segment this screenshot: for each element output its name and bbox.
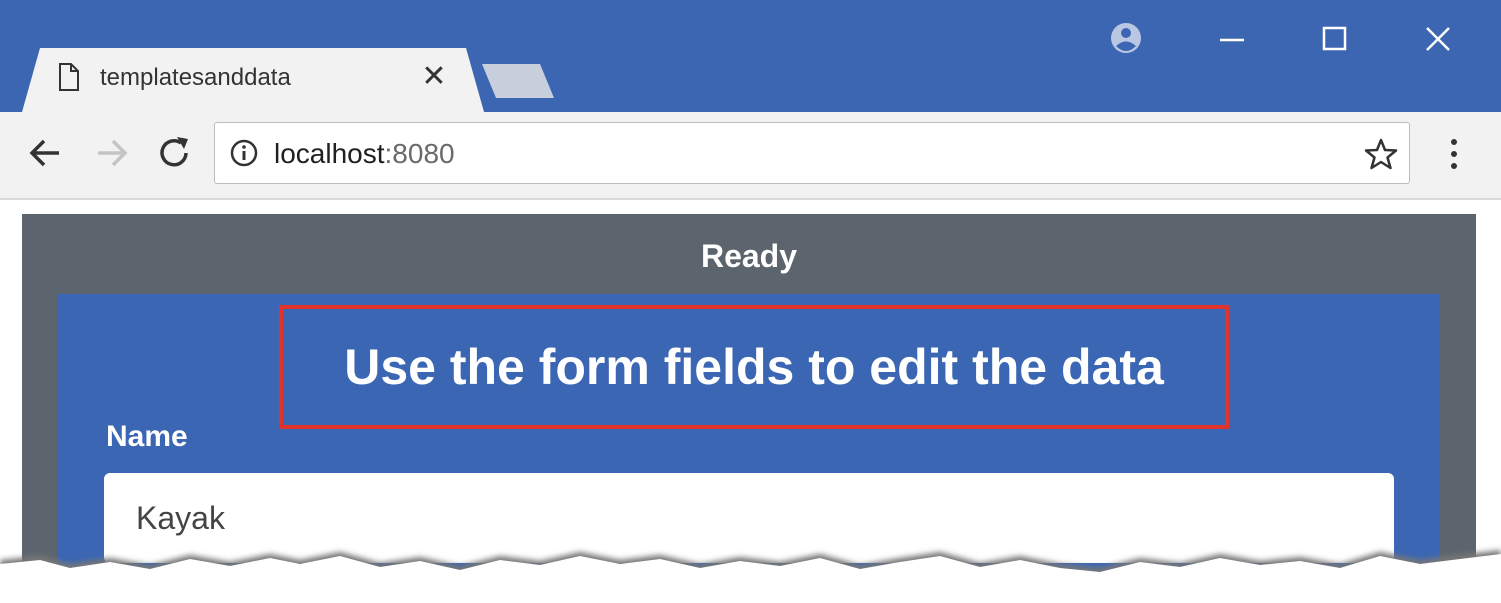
document-icon — [59, 63, 79, 91]
tab-title: templatesanddata — [100, 64, 291, 91]
status-text: Ready — [700, 238, 798, 274]
torn-edge-overlay — [0, 550, 1501, 603]
maximize-icon[interactable] — [1314, 20, 1354, 60]
info-icon[interactable] — [229, 138, 259, 168]
minimize-icon[interactable] — [1212, 20, 1252, 60]
profile-icon[interactable] — [1106, 20, 1146, 60]
close-icon[interactable] — [1418, 20, 1458, 60]
back-arrow-icon[interactable] — [25, 133, 65, 173]
kebab-menu-icon[interactable] — [1440, 136, 1468, 172]
url-port: :8080 — [384, 138, 455, 169]
url-host: localhost — [274, 138, 385, 169]
star-icon[interactable] — [1364, 138, 1398, 170]
name-label: Name — [106, 420, 188, 453]
forward-arrow-icon[interactable] — [92, 133, 132, 173]
reload-icon[interactable] — [155, 133, 195, 173]
browser-window: templatesanddata ✕ localhost:8080 Ready … — [0, 0, 1501, 603]
url-text: localhost:8080 — [274, 137, 455, 171]
highlight-box — [279, 305, 1229, 429]
tab-close-icon[interactable]: ✕ — [420, 62, 448, 92]
